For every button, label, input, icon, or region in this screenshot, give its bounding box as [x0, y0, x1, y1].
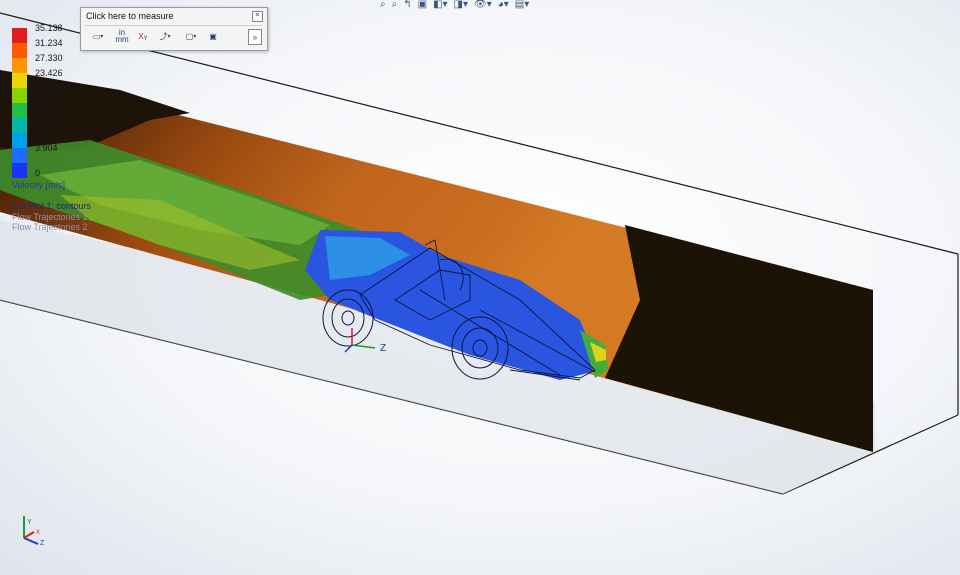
display-style-icon[interactable]: ◨▾	[454, 0, 468, 12]
color-bar-segment	[12, 163, 27, 178]
legend-tick-label: 23.426	[35, 68, 63, 78]
heads-up-view-toolbar: ⌕ ⌕ ↰ ▣ ◧▾ ◨▾ 👁▾ ◕▾ ▤▾	[380, 0, 529, 12]
legend-tick-label: 11.713	[35, 113, 62, 123]
local-axis-label: Z	[380, 343, 386, 354]
color-bar-segment	[12, 88, 27, 103]
legend-plot-item[interactable]: Cut Plot 1: contours	[12, 201, 91, 211]
close-icon[interactable]: ×	[252, 11, 263, 22]
legend-tick-label: 35.138	[35, 23, 63, 33]
legend-tick-label: 0	[35, 168, 41, 178]
arc-circle-measure-icon[interactable]: ▭ ▾	[88, 29, 108, 43]
zoom-to-fit-icon[interactable]: ⌕	[380, 0, 386, 12]
legend-tick-label: 31.234	[35, 38, 63, 48]
color-bar-segment	[12, 58, 27, 73]
color-bar-segment	[12, 73, 27, 88]
triad-z-label: Z	[40, 540, 45, 547]
triad-x-label: X	[36, 530, 40, 536]
apply-scene-icon[interactable]: ▤▾	[515, 0, 529, 12]
zoom-to-area-icon[interactable]: ⌕	[392, 0, 398, 12]
legend-tick-label: 15.617	[35, 98, 63, 108]
color-bar-segment	[12, 43, 27, 58]
measure-title[interactable]: Click here to measure	[86, 11, 174, 21]
color-bar-segment	[12, 103, 27, 118]
legend-tick-label: 3.904	[35, 143, 58, 153]
edit-appearance-icon[interactable]: ◕▾	[498, 0, 509, 12]
legend-tick-label: 7.809	[35, 128, 58, 138]
point-to-point-icon[interactable]: ⤴ ▾	[154, 29, 176, 43]
color-bar-segment	[12, 28, 27, 43]
cfd-scene[interactable]: Z	[0, 0, 960, 575]
global-axis-triad: Y Z X	[23, 516, 45, 547]
legend-tick-label: 19.521	[35, 83, 63, 93]
units-precision-button[interactable]: in mm	[114, 29, 130, 44]
projection-icon[interactable]: ▢ ▾	[180, 29, 202, 43]
legend-plot-item[interactable]: Flow Trajectories 2	[12, 222, 88, 232]
triad-y-label: Y	[27, 519, 32, 526]
save-icon[interactable]: ▣	[206, 29, 220, 43]
units-bottom-label: mm	[115, 35, 129, 44]
measure-toolbar: ▭ ▾ in mm XY ⤴ ▾ ▢ ▾ ▣ »	[84, 25, 262, 46]
legend-tick-label: 27.330	[35, 53, 63, 63]
legend-parameter-label: Velocity [m/s]	[12, 180, 66, 190]
color-bar-segment	[12, 133, 27, 148]
color-bar-segment	[12, 118, 27, 133]
section-view-icon[interactable]: ▣	[418, 0, 427, 12]
measure-tool-window[interactable]: Click here to measure × ▭ ▾ in mm XY ⤴ ▾ ▢…	[80, 7, 268, 51]
hide-show-items-icon[interactable]: 👁▾	[474, 0, 492, 12]
previous-view-icon[interactable]: ↰	[403, 0, 411, 12]
legend-plot-item[interactable]: Flow Trajectories 1	[12, 212, 88, 222]
expand-chevron-icon[interactable]: »	[248, 29, 262, 45]
view-orientation-icon[interactable]: ◧▾	[433, 0, 447, 12]
xyz-measure-icon[interactable]: XY	[134, 29, 152, 43]
graphics-viewport[interactable]: Z ⌕ ⌕ ↰ ▣ ◧▾ ◨▾ 👁▾ ◕▾ ▤▾ 35.138 31.234 27.…	[0, 0, 960, 575]
color-bar-segment	[12, 148, 27, 163]
